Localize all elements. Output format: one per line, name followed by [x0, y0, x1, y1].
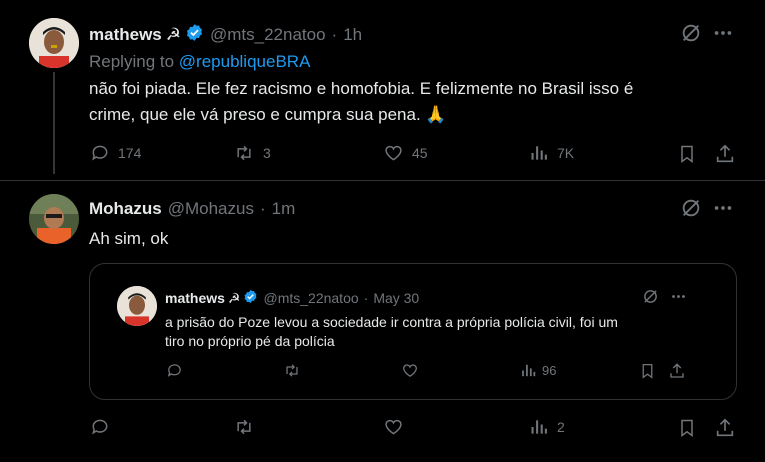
bookmark-icon[interactable] — [677, 143, 697, 170]
handle[interactable]: @mts_22natoo — [210, 25, 326, 45]
share-icon[interactable] — [668, 362, 686, 385]
replying-to-link[interactable]: @republiqueBRA — [179, 52, 311, 71]
quoted-views-button[interactable]: 96 — [520, 362, 556, 379]
timestamp[interactable]: 1h — [343, 25, 362, 45]
views-count: 7K — [557, 145, 575, 161]
quoted-reply-button[interactable] — [166, 362, 183, 379]
views-icon — [531, 420, 547, 434]
tweet-header: Mohazus @Mohazus · 1m — [89, 199, 296, 219]
views-icon — [531, 146, 547, 160]
repost-button[interactable]: 3 — [233, 143, 271, 163]
thread-line — [53, 72, 55, 174]
quoted-avatar — [117, 286, 157, 326]
like-button[interactable]: 45 — [383, 143, 428, 163]
repost-button[interactable] — [233, 417, 255, 437]
avatar[interactable] — [29, 194, 79, 244]
reply-button[interactable]: 174 — [90, 143, 141, 163]
handle[interactable]: @Mohazus — [168, 199, 254, 219]
grok-icon[interactable] — [680, 22, 702, 49]
more-icon[interactable] — [670, 288, 687, 310]
views-icon — [522, 364, 536, 377]
reply-icon — [167, 364, 181, 377]
share-icon[interactable] — [714, 143, 736, 170]
avatar[interactable] — [29, 18, 79, 68]
reply-count: 174 — [118, 145, 142, 161]
heart-icon — [385, 419, 402, 435]
quoted-header: mathews ☭ @mts_22natoo · May 30 — [165, 289, 420, 307]
quoted-text-line: tiro no próprio pé da polícia — [165, 333, 335, 349]
repost-icon — [286, 364, 298, 377]
verified-badge-icon — [243, 289, 258, 307]
repost-count: 3 — [263, 145, 271, 161]
quoted-views-count: 96 — [542, 363, 557, 378]
like-count: 45 — [412, 145, 428, 161]
verified-badge-icon — [185, 23, 204, 47]
display-name[interactable]: mathews — [89, 25, 162, 45]
quoted-repost-button[interactable] — [283, 362, 301, 379]
reply-icon — [92, 145, 108, 161]
name-emoji: ☭ — [165, 25, 181, 44]
tweet-text-line: crime, que ele vá preso e cumpra sua pen… — [89, 105, 447, 124]
display-name[interactable]: Mohazus — [89, 199, 162, 219]
quoted-handle: @mts_22natoo — [263, 290, 359, 306]
quoted-text-line: a prisão do Poze levou a sociedade ir co… — [165, 314, 618, 330]
grok-icon[interactable] — [680, 197, 702, 224]
quoted-like-button[interactable] — [401, 362, 419, 379]
bookmark-icon[interactable] — [677, 417, 697, 444]
heart-icon — [385, 145, 402, 161]
views-count: 2 — [557, 419, 565, 435]
timestamp[interactable]: 1m — [272, 199, 296, 219]
reply-icon — [92, 419, 108, 435]
views-button[interactable]: 7K — [529, 143, 574, 163]
quoted-timestamp: May 30 — [373, 290, 420, 306]
grok-icon[interactable] — [642, 288, 659, 310]
bookmark-icon[interactable] — [639, 362, 656, 385]
share-icon[interactable] — [714, 417, 736, 444]
tweet-text-line: não foi piada. Ele fez racismo e homofob… — [89, 79, 634, 98]
repost-icon — [237, 419, 251, 435]
tweet-header: mathews ☭ @mts_22natoo · 1h — [89, 23, 362, 47]
tweet-text: Ah sim, ok — [89, 229, 169, 248]
more-icon[interactable] — [712, 197, 734, 224]
like-button[interactable] — [383, 417, 404, 437]
more-icon[interactable] — [712, 22, 734, 49]
reply-button[interactable] — [90, 417, 110, 437]
repost-icon — [237, 145, 251, 161]
views-button[interactable]: 2 — [529, 417, 565, 437]
heart-icon — [403, 364, 417, 377]
quoted-display-name: mathews — [165, 290, 225, 306]
replying-to: Replying to @republiqueBRA — [89, 52, 311, 71]
